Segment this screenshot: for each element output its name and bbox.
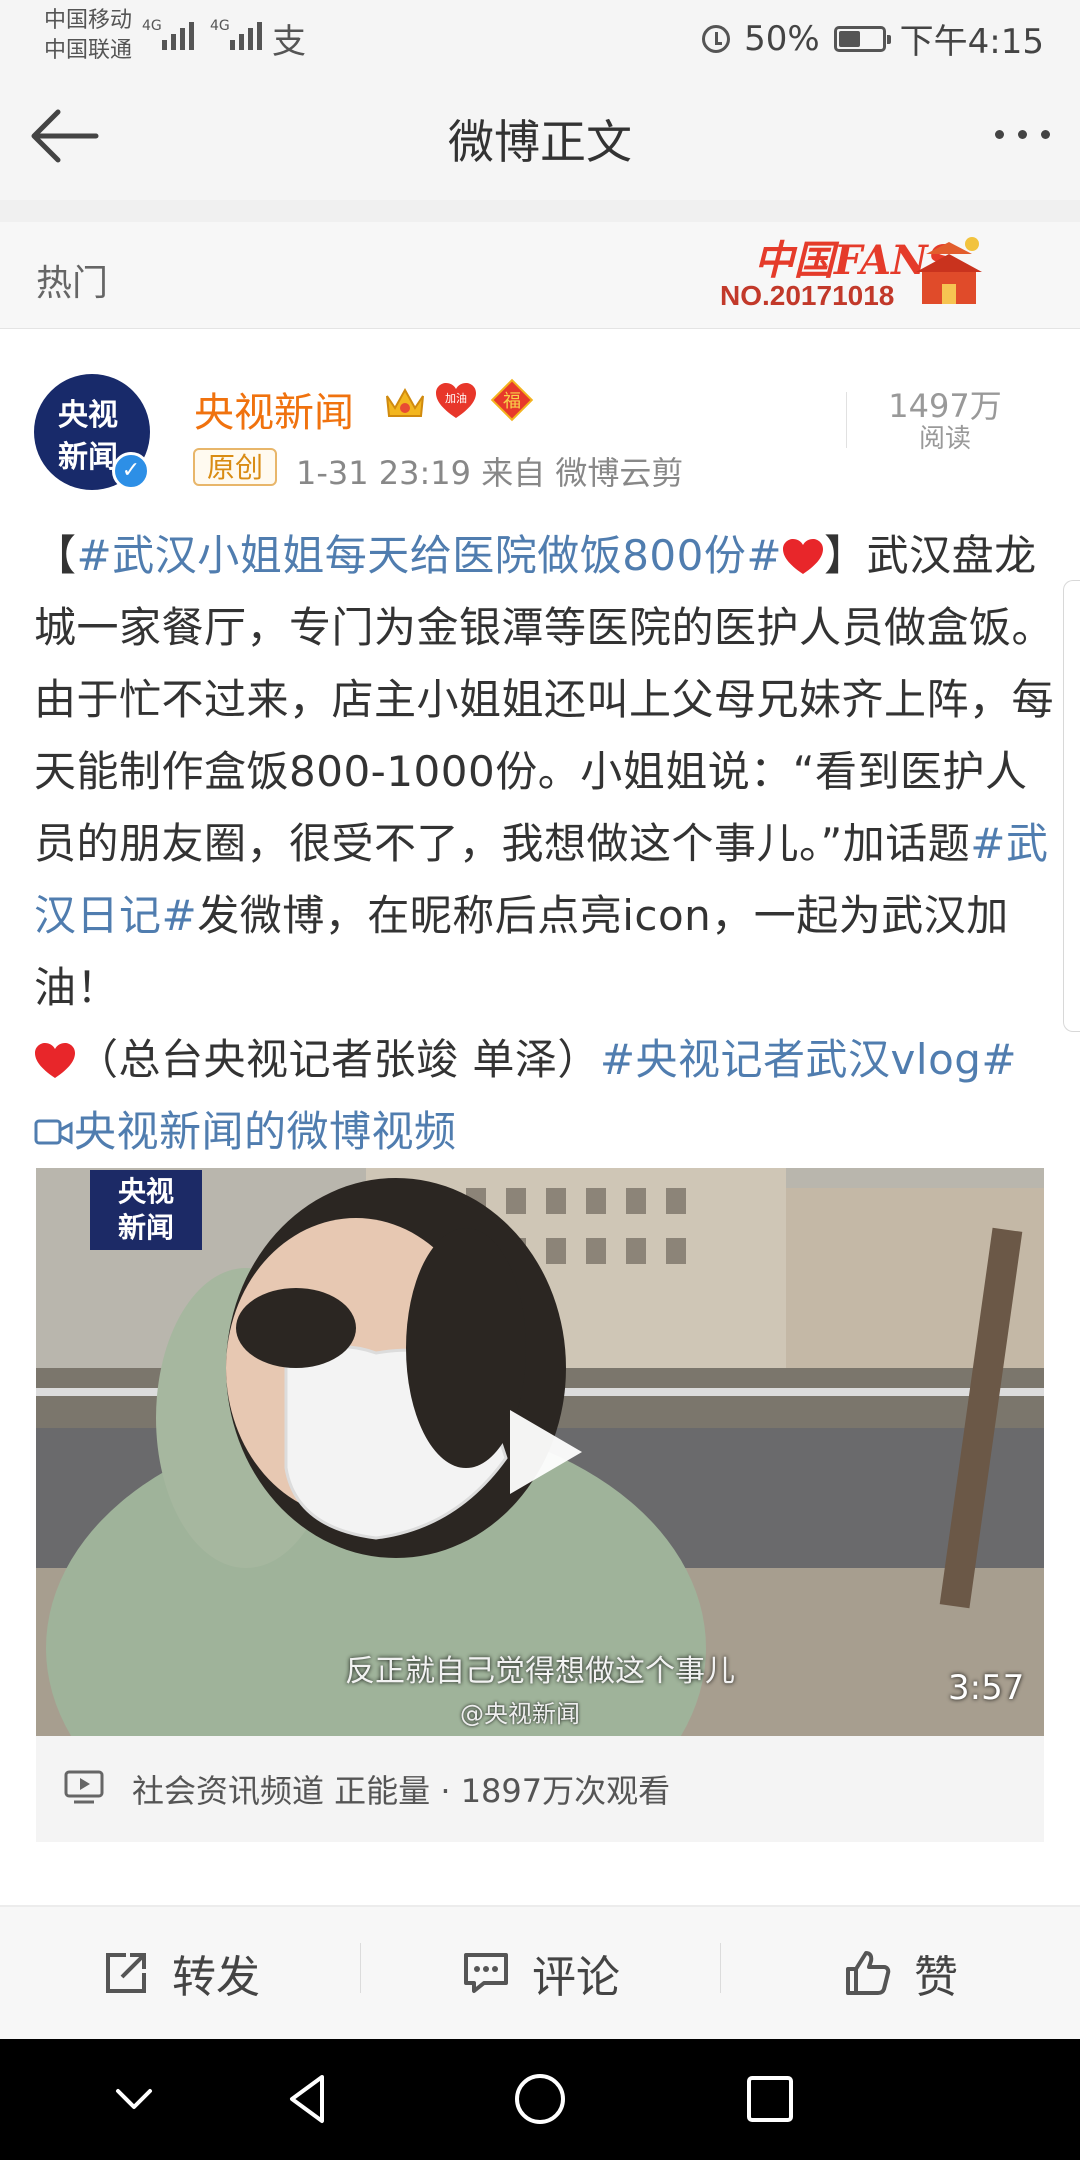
svg-text:加油: 加油 bbox=[445, 391, 467, 405]
crown-icon[interactable] bbox=[383, 380, 427, 424]
hot-row: 热门 中国FANS NO.20171018 bbox=[0, 222, 1080, 329]
heart-icon bbox=[35, 1043, 75, 1078]
comment-button[interactable]: 评论 bbox=[360, 1907, 720, 2039]
fans-badge[interactable]: 中国FANS NO.20171018 bbox=[714, 222, 1004, 324]
signal-1-label: 4G bbox=[142, 18, 162, 34]
repost-icon bbox=[106, 1953, 146, 1993]
video-subtitle: 反正就自己觉得想做这个事儿 bbox=[345, 1654, 735, 1689]
post-text: 【#武汉小姐姐每天给医院做饭800份# 】武汉盘龙城一家餐厅，专门为金银潭等医院的… bbox=[34, 520, 1054, 1168]
like-button[interactable]: 赞 bbox=[720, 1907, 1080, 2039]
comment-icon bbox=[464, 1953, 508, 1993]
more-icon[interactable] bbox=[995, 130, 1050, 139]
action-bar: 转发 评论 赞 bbox=[0, 1907, 1080, 2039]
author-name[interactable]: 央视新闻 bbox=[194, 380, 354, 438]
scroll-indicator[interactable] bbox=[1063, 580, 1080, 1032]
repost-label: 转发 bbox=[172, 1952, 260, 2003]
read-count-label: 阅读 bbox=[918, 424, 971, 454]
avatar-line-1: 央视 bbox=[58, 398, 118, 433]
svg-text:福: 福 bbox=[503, 391, 521, 412]
nav-bar: 微博正文 bbox=[0, 70, 1080, 201]
comment-label: 评论 bbox=[532, 1952, 620, 2003]
original-tag: 原创 bbox=[193, 448, 278, 486]
home-circle-icon[interactable] bbox=[510, 2069, 570, 2129]
fu-icon[interactable]: 福 bbox=[490, 378, 534, 422]
system-nav-bar bbox=[0, 2039, 1080, 2160]
signal-1-icon bbox=[162, 16, 194, 50]
topic-link-1[interactable]: #武汉小姐姐每天给医院做饭800份# bbox=[77, 531, 783, 580]
video-info-bar[interactable]: 社会资讯频道 正能量 · 1897万次观看 bbox=[36, 1736, 1044, 1842]
divider bbox=[846, 392, 847, 448]
recents-square-icon[interactable] bbox=[740, 2069, 800, 2129]
carrier-labels: 中国移动 中国联通 bbox=[44, 6, 132, 66]
video-duration: 3:57 bbox=[948, 1668, 1025, 1708]
video-link[interactable]: 央视新闻的微博视频 bbox=[34, 1107, 457, 1156]
status-bar: 中国移动 中国联通 4G 4G 支 50% 下午4:15 bbox=[0, 0, 1080, 70]
text-part-3: （总台央视记者张竣 单泽） bbox=[76, 1035, 600, 1084]
play-icon[interactable] bbox=[510, 1410, 582, 1494]
alarm-icon bbox=[702, 24, 731, 53]
carrier-2: 中国联通 bbox=[44, 38, 133, 63]
video-channel-icon bbox=[64, 1770, 104, 1804]
video-link-label: 央视新闻的微博视频 bbox=[74, 1107, 457, 1156]
text-part-1: 】武汉盘龙城一家餐厅，专门为金银潭等医院的医护人员做盒饭。由于忙不过来，店主小姐… bbox=[34, 531, 1055, 868]
verified-icon: ✓ bbox=[112, 452, 150, 490]
repost-button[interactable]: 转发 bbox=[0, 1907, 360, 2039]
like-icon bbox=[846, 1951, 891, 1995]
read-count: 1497万 阅读 bbox=[870, 388, 1020, 454]
topic-link-3[interactable]: #央视记者武汉vlog# bbox=[600, 1035, 1017, 1084]
clock: 下午4:15 bbox=[899, 22, 1044, 62]
page-title: 微博正文 bbox=[448, 115, 632, 169]
gate-icon bbox=[916, 237, 982, 304]
post-meta: 1-31 23:19 来自 微博云剪 bbox=[296, 454, 684, 492]
like-label: 赞 bbox=[914, 1952, 958, 2003]
read-count-value: 1497万 bbox=[888, 387, 1002, 425]
carrier-1: 中国移动 bbox=[44, 8, 133, 33]
jiayou-heart-icon[interactable]: 加油 bbox=[435, 382, 477, 420]
battery-percent: 50% bbox=[744, 18, 820, 59]
signal-2-label: 4G bbox=[210, 18, 230, 34]
channel-logo-line-2: 新闻 bbox=[117, 1211, 174, 1244]
avatar-line-2: 新闻 bbox=[58, 440, 118, 475]
video-link-icon bbox=[34, 1119, 73, 1145]
heart-icon bbox=[783, 539, 824, 574]
channel-logo: 央视 新闻 bbox=[90, 1170, 202, 1250]
fans-badge-number: NO.20171018 bbox=[720, 280, 895, 311]
video-watermark: @央视新闻 bbox=[460, 1700, 580, 1728]
status-right: 50% 下午4:15 bbox=[702, 14, 1044, 63]
wifi-icon: 支 bbox=[272, 22, 306, 62]
text-bracket: 【 bbox=[34, 531, 77, 580]
chevron-down-icon[interactable] bbox=[104, 2069, 164, 2129]
section-divider bbox=[0, 200, 1080, 222]
hot-label: 热门 bbox=[36, 263, 109, 304]
signal-2-icon bbox=[230, 16, 262, 50]
channel-logo-line-1: 央视 bbox=[117, 1175, 174, 1208]
back-triangle-icon[interactable] bbox=[278, 2069, 338, 2129]
battery-icon bbox=[833, 25, 891, 52]
video-info-text: 社会资讯频道 正能量 · 1897万次观看 bbox=[132, 1772, 671, 1810]
